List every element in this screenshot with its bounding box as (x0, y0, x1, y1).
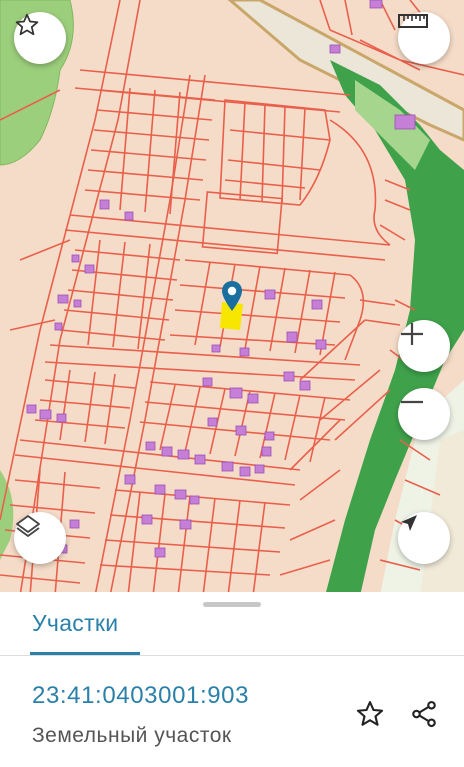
ruler-button[interactable] (398, 12, 450, 64)
zoom-out-button[interactable] (398, 388, 450, 440)
share-icon (409, 699, 439, 734)
map-view[interactable] (0, 0, 464, 596)
divider (0, 655, 464, 656)
zoom-in-button[interactable] (398, 320, 450, 372)
bottom-sheet[interactable]: Участки 23:41:0403001:903 Земельный учас… (0, 592, 464, 767)
parcel-cadastral-number[interactable]: 23:41:0403001:903 (32, 682, 249, 710)
parcel-type-label: Земельный участок (32, 724, 232, 747)
my-location-button[interactable] (398, 512, 450, 564)
star-outline-icon (355, 699, 385, 734)
add-to-favorites-button[interactable] (352, 698, 388, 734)
layers-button[interactable] (14, 512, 66, 564)
share-button[interactable] (406, 698, 442, 734)
favorite-map-button[interactable] (14, 12, 66, 64)
location-pin-icon[interactable] (221, 280, 243, 312)
sheet-drag-handle[interactable] (203, 602, 261, 607)
tab-parcels[interactable]: Участки (32, 610, 118, 637)
